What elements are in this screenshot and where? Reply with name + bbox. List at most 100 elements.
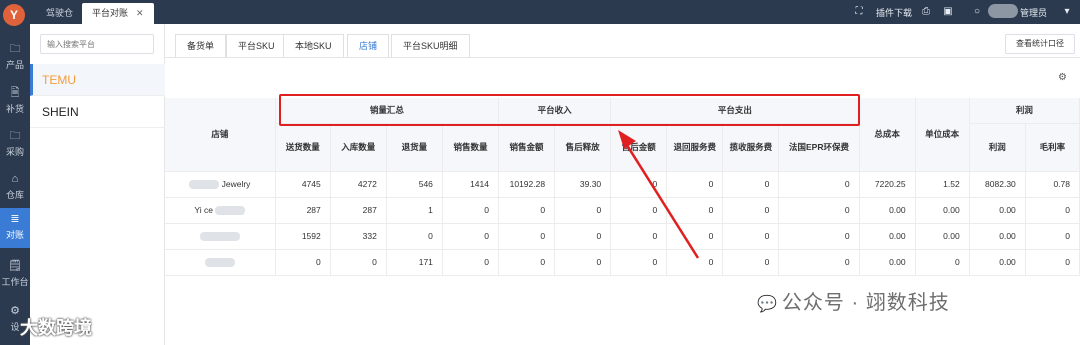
table-cell: 0 (1025, 197, 1080, 224)
nav-label: 对账 (5, 230, 24, 240)
table-cell: 0.00 (859, 249, 916, 276)
tab-store[interactable]: 店铺 (347, 34, 390, 58)
table-cell: 0 (498, 223, 556, 250)
col-unit-cost: 单位成本 (915, 98, 970, 172)
col-return-service-fee: 退回服务费 (666, 123, 724, 172)
table-cell: 0 (610, 223, 668, 250)
table-cell: 0 (722, 171, 780, 198)
tab-platform-sku[interactable]: 平台SKU (226, 34, 287, 58)
store-name: Jewelry (221, 178, 251, 189)
table-cell: 0 (666, 223, 724, 250)
nav-label: 采购 (5, 147, 24, 157)
table-cell: 0.78 (1025, 171, 1080, 198)
brand-watermark: 大数跨境 (20, 314, 92, 340)
folder-icon: 🗀 (9, 130, 21, 142)
table-cell: 0.00 (859, 223, 916, 250)
clipboard-icon: 🗎 (10, 87, 20, 99)
col-shipped-qty: 送货数量 (275, 123, 331, 172)
table-cell: 0 (498, 197, 556, 224)
tab-label: 平台对账 (92, 8, 129, 18)
main-nav: Y 🗀 产品 🗎 补货 🗀 采购 ⌂ 仓库 ≣ 对账 🗒 工作台 ⚙ 设 (0, 0, 30, 345)
nav-item-workbench[interactable]: 🗒 工作台 (0, 255, 30, 293)
table-cell: 287 (330, 197, 387, 224)
watermark-text: 公众号 · 翊数科技 (781, 292, 950, 314)
nav-item-restock[interactable]: 🗎 补货 (0, 82, 30, 120)
col-total-cost: 总成本 (859, 98, 916, 172)
table-cell: 171 (386, 249, 443, 276)
tab-stock-order[interactable]: 备货单 (175, 34, 227, 58)
table-cell: 0 (442, 249, 500, 276)
wechat-icon: 💬 (757, 296, 778, 313)
col-store: 店铺 (165, 98, 276, 172)
col-aftersale-release: 售后释放 (554, 123, 612, 172)
table-cell: 0.00 (969, 197, 1026, 224)
table-row[interactable]: 0 0 171 0 0 0 0 0 0 0 0.00 0 0.00 0 (165, 249, 1080, 276)
admin-menu[interactable]: 管理员 (1020, 6, 1047, 19)
table-cell: 0 (915, 249, 970, 276)
table-cell: 0 (275, 249, 331, 276)
save-icon[interactable]: ▣ (941, 5, 955, 19)
nav-item-warehouse[interactable]: ⌂ 仓库 (0, 168, 30, 206)
table-row[interactable]: Jewelry 4745 4272 546 1414 10192.28 39.3… (165, 171, 1080, 198)
nav-item-purchase[interactable]: 🗀 采购 (0, 125, 30, 163)
blurred-store-name (189, 180, 220, 190)
printer-icon[interactable]: ⎙ (919, 5, 933, 19)
close-icon[interactable]: ✕ (136, 8, 144, 18)
table-cell: 39.30 (554, 171, 612, 198)
fullscreen-icon[interactable]: ⛶ (852, 5, 866, 19)
chat-icon[interactable]: ○ (970, 5, 984, 19)
tab-local-sku[interactable]: 本地SKU (283, 34, 344, 58)
col-gross-margin: 毛利率 (1025, 123, 1080, 172)
platform-item-shein[interactable]: SHEIN (30, 96, 165, 128)
col-pickup-service-fee: 揽收服务费 (722, 123, 780, 172)
tab-cockpit[interactable]: 驾驶仓 (36, 3, 83, 24)
blurred-store-name (204, 258, 235, 268)
column-settings-icon[interactable]: ⚙ (1058, 72, 1067, 83)
database-icon: ≣ (10, 213, 20, 225)
nav-label: 仓库 (5, 190, 24, 200)
table-row[interactable]: Yi ce 287 287 1 0 0 0 0 0 0 0 0.00 0.00 … (165, 197, 1080, 224)
table-cell: 4272 (330, 171, 387, 198)
blurred-store-name (199, 232, 240, 242)
folder-icon: 🗀 (9, 43, 21, 55)
tab-divider (165, 57, 1080, 58)
top-bar: 驾驶仓 平台对账 ✕ ⛶ 插件下载 ⎙ ▣ ○ 管理员 ▾ (30, 0, 1080, 24)
store-icon: ⌂ (11, 173, 19, 185)
table-cell: 10192.28 (498, 171, 556, 198)
col-inbound-qty: 入库数量 (330, 123, 387, 172)
col-sales-amount: 销售金额 (498, 123, 556, 172)
group-profit: 利润 (969, 98, 1080, 124)
col-sales-qty: 销售数量 (442, 123, 500, 172)
nav-item-product[interactable]: 🗀 产品 (0, 38, 30, 76)
table-cell: 332 (330, 223, 387, 250)
group-sales-summary: 销量汇总 (275, 98, 500, 124)
table-cell: 0 (722, 249, 780, 276)
nav-item-reconcile[interactable]: ≣ 对账 (0, 208, 30, 248)
table-cell: 0.00 (915, 223, 970, 250)
table-cell: 1414 (442, 171, 500, 198)
store-cell (165, 223, 276, 250)
table-cell: 0 (442, 223, 500, 250)
table-cell: 0 (1025, 249, 1080, 276)
table-cell: 0.00 (915, 197, 970, 224)
table-cell: 0 (386, 223, 443, 250)
platform-search-input[interactable] (40, 34, 154, 54)
table-cell: 0 (778, 197, 860, 224)
table-row[interactable]: 1592 332 0 0 0 0 0 0 0 0 0.00 0.00 0.00 … (165, 223, 1080, 250)
chevron-down-icon[interactable]: ▾ (1060, 5, 1074, 19)
tab-platform-reconcile[interactable]: 平台对账 ✕ (82, 3, 154, 24)
table-cell: 0 (554, 223, 612, 250)
table-cell: 0 (442, 197, 500, 224)
table-cell: 1.52 (915, 171, 970, 198)
table-cell: 0 (554, 249, 612, 276)
tab-platform-sku-detail[interactable]: 平台SKU明细 (391, 34, 470, 58)
store-cell (165, 249, 276, 276)
col-profit: 利润 (969, 123, 1026, 172)
table-cell: 287 (275, 197, 331, 224)
view-stat-scope-button[interactable]: 查看统计口径 (1005, 34, 1075, 54)
platform-sidebar: TEMU SHEIN (30, 24, 165, 345)
table-cell: 1592 (275, 223, 331, 250)
avatar[interactable] (988, 4, 1018, 18)
plugin-download-link[interactable]: 插件下载 (876, 6, 912, 19)
platform-item-temu[interactable]: TEMU (30, 64, 165, 96)
